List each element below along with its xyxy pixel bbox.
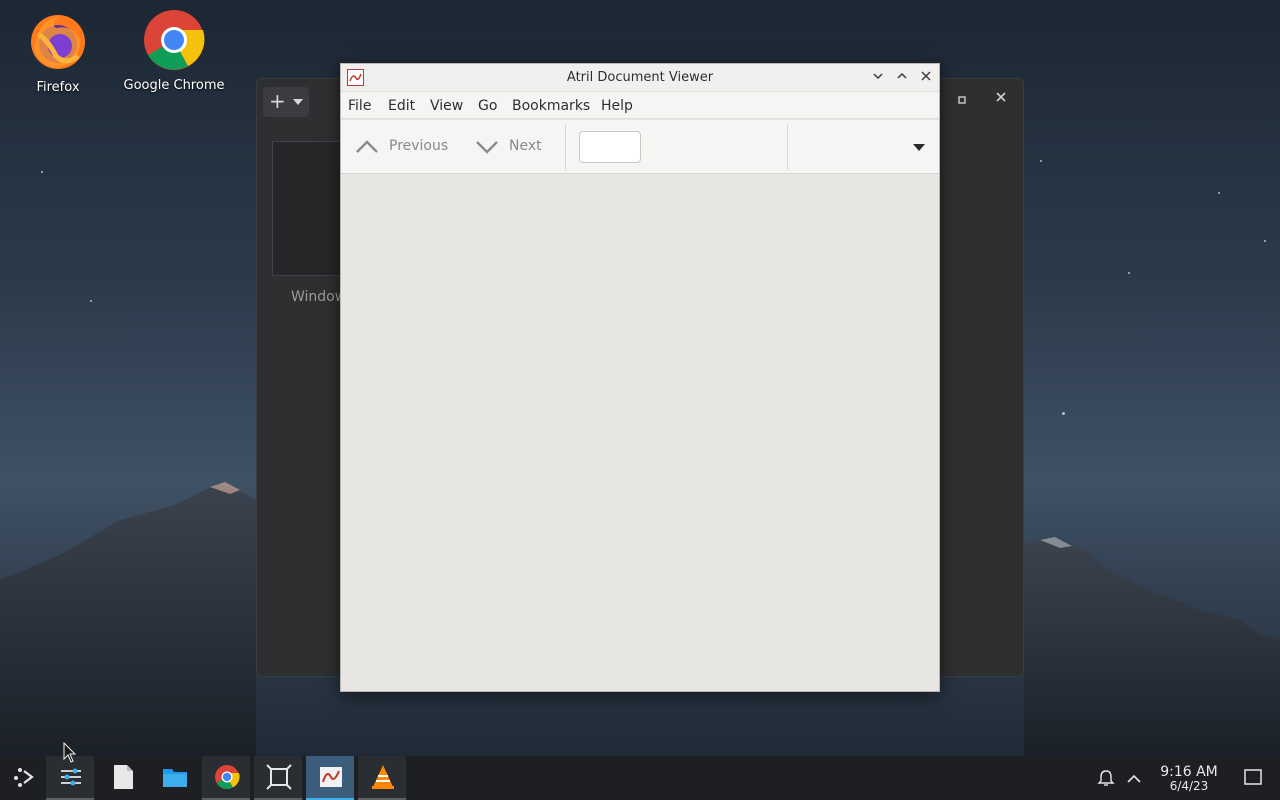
menu-help[interactable]: Help	[601, 98, 633, 114]
window-thumbnail[interactable]	[272, 141, 342, 276]
taskbar-text-editor[interactable]	[98, 756, 146, 800]
close-icon	[921, 71, 931, 81]
desktop-icon-label: Firefox	[36, 80, 80, 95]
new-button[interactable]: +	[263, 87, 309, 117]
close-button[interactable]	[995, 91, 1007, 107]
next-label: Next	[509, 138, 542, 154]
show-desktop-icon	[1244, 769, 1262, 785]
chevron-down-icon	[476, 141, 498, 154]
atril-window[interactable]: Atril Document Viewer File Edit View Go …	[340, 63, 940, 692]
menu-view[interactable]: View	[430, 98, 463, 114]
chevron-up-icon	[1127, 774, 1141, 783]
document-view[interactable]	[341, 175, 939, 691]
desktop-icon-chrome[interactable]: Google Chrome	[119, 8, 229, 93]
dropdown-arrow-icon	[913, 144, 925, 151]
chevron-down-icon	[873, 73, 883, 80]
chrome-icon	[215, 765, 240, 790]
taskbar-chrome[interactable]	[202, 756, 250, 800]
previous-label: Previous	[389, 138, 449, 154]
settings-icon	[61, 768, 81, 786]
taskbar-file-manager[interactable]	[150, 756, 198, 800]
toolbar: Previous Next	[341, 120, 939, 174]
document-icon	[114, 765, 133, 789]
launcher-icon	[14, 768, 34, 787]
menu-bar: File Edit View Go Bookmarks Help	[341, 92, 939, 119]
vlc-icon	[372, 765, 394, 789]
window-title: Atril Document Viewer	[566, 70, 714, 85]
taskbar-vlc[interactable]	[358, 756, 406, 800]
desktop-icon-firefox[interactable]: Firefox	[3, 10, 113, 95]
overview-icon	[266, 764, 292, 790]
maximize-button[interactable]	[893, 69, 911, 87]
taskbar-atril[interactable]	[306, 756, 354, 800]
menu-file[interactable]: File	[348, 98, 371, 114]
clock-time: 9:16 AM	[1160, 764, 1218, 780]
toolbar-separator	[787, 124, 788, 170]
chevron-up-icon	[897, 72, 907, 79]
previous-button[interactable]: Previous	[353, 132, 453, 162]
title-bar[interactable]: Atril Document Viewer	[341, 64, 939, 92]
tray-expand-button[interactable]	[1126, 770, 1142, 789]
taskbar-app-launcher[interactable]	[0, 756, 48, 800]
menu-edit[interactable]: Edit	[388, 98, 415, 114]
menu-go[interactable]: Go	[478, 98, 497, 114]
mouse-cursor-icon	[63, 742, 77, 763]
notifications-button[interactable]	[1096, 768, 1116, 792]
atril-icon	[320, 767, 342, 787]
next-button[interactable]: Next	[473, 132, 553, 162]
maximize-button[interactable]	[957, 93, 967, 109]
folder-icon	[163, 769, 187, 787]
show-desktop-button[interactable]	[1244, 769, 1262, 789]
chevron-up-icon	[356, 140, 378, 153]
desktop-icon-label: Google Chrome	[123, 78, 225, 93]
zoom-dropdown[interactable]	[789, 128, 935, 166]
taskbar-window-overview[interactable]	[254, 756, 302, 800]
minimize-button[interactable]	[869, 69, 887, 87]
clock[interactable]: 9:16 AM 6/4/23	[1152, 764, 1226, 793]
chrome-icon	[142, 8, 206, 72]
toolbar-separator	[565, 124, 566, 170]
firefox-icon	[26, 10, 90, 74]
close-icon	[996, 92, 1006, 102]
menu-bookmarks[interactable]: Bookmarks	[512, 98, 590, 114]
page-number-input[interactable]	[579, 131, 641, 163]
clock-date: 6/4/23	[1169, 779, 1209, 793]
bell-icon	[1097, 770, 1115, 786]
close-button[interactable]	[917, 69, 935, 87]
window-label: Window	[291, 289, 347, 305]
chevron-down-icon	[293, 99, 303, 105]
maximize-icon	[958, 96, 966, 104]
plus-icon: +	[269, 89, 286, 113]
taskbar	[0, 756, 1280, 800]
